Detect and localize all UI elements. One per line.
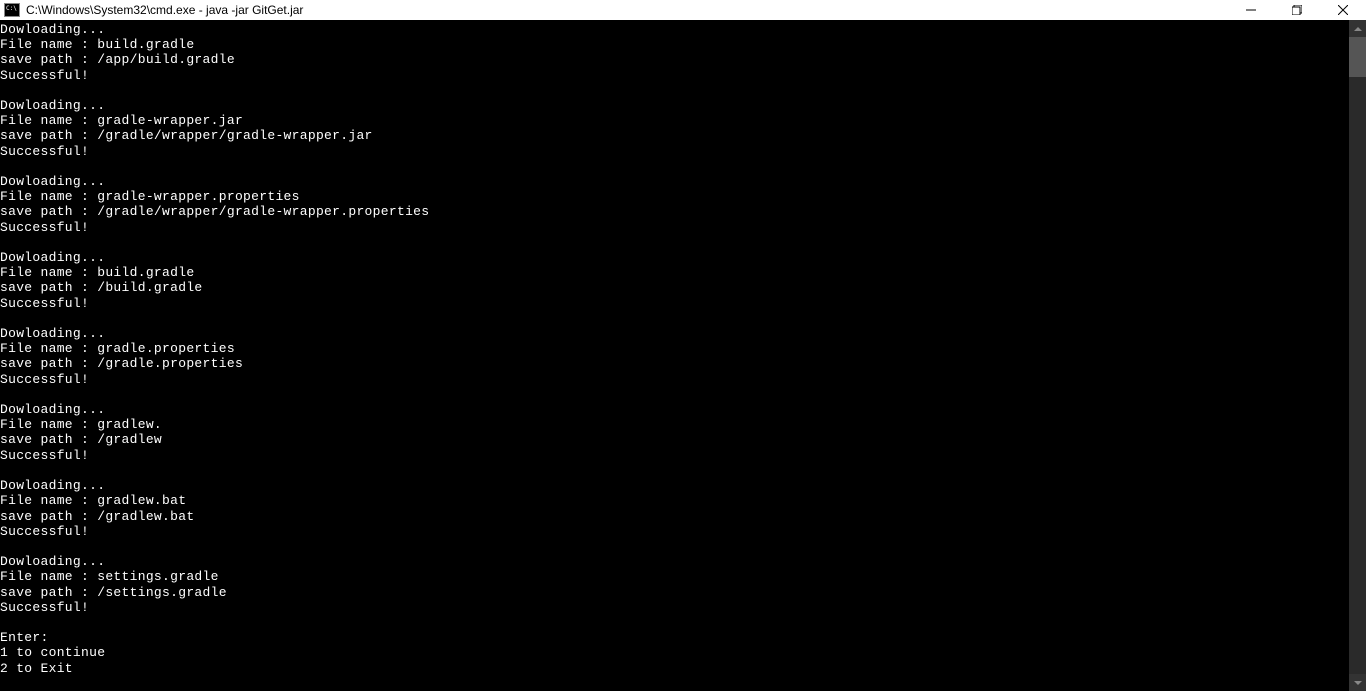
blank-line xyxy=(0,159,1349,174)
output-line: save path : /app/build.gradle xyxy=(0,52,1349,67)
output-line: Successful! xyxy=(0,296,1349,311)
output-line: Dowloading... xyxy=(0,250,1349,265)
maximize-button[interactable] xyxy=(1274,0,1320,20)
output-line: save path : /build.gradle xyxy=(0,280,1349,295)
scroll-down-button[interactable] xyxy=(1349,674,1366,691)
output-line: File name : settings.gradle xyxy=(0,569,1349,584)
output-line: save path : /gradle.properties xyxy=(0,356,1349,371)
titlebar-left: C:\Windows\System32\cmd.exe - java -jar … xyxy=(4,3,303,17)
output-line: Dowloading... xyxy=(0,326,1349,341)
minimize-button[interactable] xyxy=(1228,0,1274,20)
blank-line xyxy=(0,387,1349,402)
output-line: Dowloading... xyxy=(0,22,1349,37)
output-line: File name : gradlew.bat xyxy=(0,493,1349,508)
output-line: Successful! xyxy=(0,68,1349,83)
output-line: Successful! xyxy=(0,600,1349,615)
blank-line xyxy=(0,311,1349,326)
output-line: Dowloading... xyxy=(0,98,1349,113)
blank-line xyxy=(0,235,1349,250)
terminal-area: Dowloading...File name : build.gradlesav… xyxy=(0,20,1366,691)
prompt-line: Enter: xyxy=(0,630,1349,645)
output-line: File name : gradle-wrapper.properties xyxy=(0,189,1349,204)
output-line: save path : /gradlew.bat xyxy=(0,509,1349,524)
blank-line xyxy=(0,463,1349,478)
output-line: Successful! xyxy=(0,372,1349,387)
output-line: Dowloading... xyxy=(0,402,1349,417)
output-line: Successful! xyxy=(0,144,1349,159)
output-line: Successful! xyxy=(0,524,1349,539)
output-line: File name : build.gradle xyxy=(0,37,1349,52)
scrollbar[interactable] xyxy=(1349,20,1366,691)
output-line: File name : gradlew. xyxy=(0,417,1349,432)
output-line: save path : /gradlew xyxy=(0,432,1349,447)
blank-line xyxy=(0,83,1349,98)
output-line: Successful! xyxy=(0,448,1349,463)
output-line: Dowloading... xyxy=(0,554,1349,569)
window-title: C:\Windows\System32\cmd.exe - java -jar … xyxy=(26,3,303,17)
output-line: save path : /gradle/wrapper/gradle-wrapp… xyxy=(0,128,1349,143)
prompt-line: 2 to Exit xyxy=(0,661,1349,676)
titlebar: C:\Windows\System32\cmd.exe - java -jar … xyxy=(0,0,1366,20)
output-line: File name : gradle.properties xyxy=(0,341,1349,356)
prompt-line: 1 to continue xyxy=(0,645,1349,660)
output-line: Dowloading... xyxy=(0,174,1349,189)
close-button[interactable] xyxy=(1320,0,1366,20)
output-line: File name : build.gradle xyxy=(0,265,1349,280)
output-line: save path : /settings.gradle xyxy=(0,585,1349,600)
scroll-up-button[interactable] xyxy=(1349,20,1366,37)
blank-line xyxy=(0,615,1349,630)
output-line: save path : /gradle/wrapper/gradle-wrapp… xyxy=(0,204,1349,219)
output-line: Successful! xyxy=(0,220,1349,235)
cmd-icon xyxy=(4,3,20,17)
output-line: Dowloading... xyxy=(0,478,1349,493)
window-controls xyxy=(1228,0,1366,20)
scroll-thumb[interactable] xyxy=(1349,37,1366,77)
output-line: File name : gradle-wrapper.jar xyxy=(0,113,1349,128)
blank-line xyxy=(0,539,1349,554)
terminal-content[interactable]: Dowloading...File name : build.gradlesav… xyxy=(0,20,1349,691)
